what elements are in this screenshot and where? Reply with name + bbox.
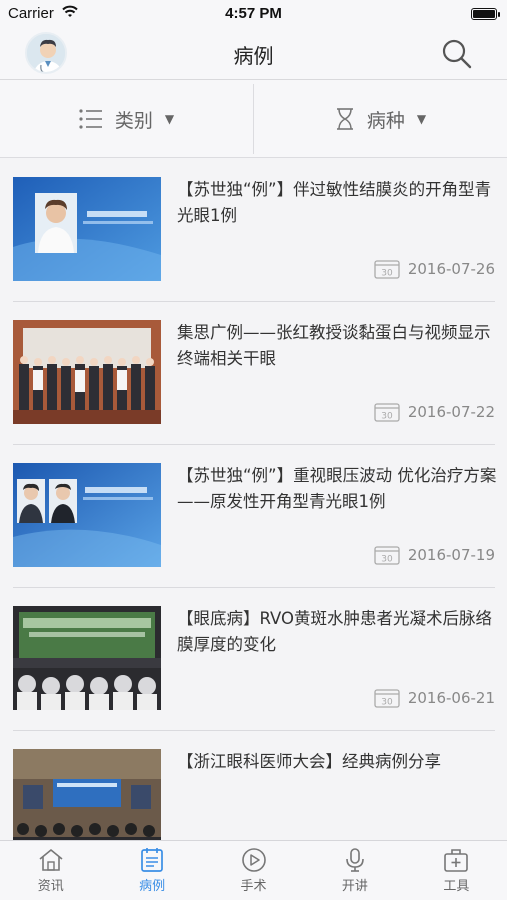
list-item[interactable]: 【苏世独“例”】重视眼压波动 优化治疗方案 ——原发性开角型青光眼1例 30 2… [13,445,496,588]
chevron-down-icon: ▼ [164,112,175,126]
svg-text:30: 30 [381,412,393,422]
nav-bar: 病例 [0,28,507,80]
case-title: 【苏世独“例”】伴过敏性结膜炎的开角型青光眼1例 [177,180,492,225]
hourglass-icon [336,108,353,130]
list-icon [79,109,102,129]
calendar-icon: 30 [374,689,400,708]
tab-news-label: 资讯 [37,879,64,894]
case-date-text: 2016-06-21 [407,689,495,707]
clock: 4:57 PM [225,5,282,22]
svg-text:30: 30 [381,698,393,708]
conference-stage-image [13,606,161,710]
list-item[interactable]: 集思广例——张红教授谈黏蛋白与视频显示终端相关干眼 30 2016-07-22 [13,302,495,445]
case-thumbnail [13,177,161,281]
svg-text:30: 30 [381,555,393,565]
tab-bar: 资讯 病例 手术 开讲 工具 [0,840,507,900]
search-button[interactable] [441,38,473,70]
home-icon [39,849,63,871]
category-filter[interactable]: 类别 ▼ [0,80,253,158]
tab-news[interactable]: 资讯 [0,841,101,900]
case-title: 【苏世独“例”】重视眼压波动 优化治疗方案 ——原发性开角型青光眼1例 [177,466,497,511]
svg-text:30: 30 [381,269,393,279]
tab-surgery-label: 手术 [240,879,267,894]
search-icon [442,39,472,69]
tab-cases[interactable]: 病例 [101,841,202,900]
disease-filter[interactable]: 病种 ▼ [254,80,507,158]
case-thumbnail [13,749,161,840]
case-list: 【苏世独“例”】伴过敏性结膜炎的开角型青光眼1例 30 2016-07-26 集… [0,159,507,840]
tab-surgery[interactable]: 手术 [203,841,304,900]
case-date-text: 2016-07-22 [407,403,495,421]
tab-tools-label: 工具 [443,879,470,894]
case-date: 30 2016-07-19 [374,545,495,565]
status-bar: Carrier 4:57 PM [0,0,507,28]
list-item[interactable]: 【眼底病】RVO黄斑水肿患者光凝术后脉络膜厚度的变化 30 2016-06-21 [13,588,495,731]
case-thumbnail [13,606,161,710]
tab-lectures-label: 开讲 [341,879,368,894]
filter-bar: 类别 ▼ 病种 ▼ [0,80,507,158]
tab-lectures[interactable]: 开讲 [304,841,405,900]
case-date: 30 2016-07-26 [374,259,495,279]
group-photo-image [13,320,161,424]
tab-cases-label: 病例 [139,879,166,894]
battery-icon [471,8,500,20]
calendar-icon: 30 [374,546,400,565]
case-date: 30 2016-06-21 [374,688,495,708]
calendar-icon: 30 [374,403,400,422]
category-filter-label: 类别 [114,109,153,132]
play-icon [241,848,266,872]
case-title: 集思广例——张红教授谈黏蛋白与视频显示终端相关干眼 [177,323,491,368]
tab-tools[interactable]: 工具 [406,841,507,900]
two-doctors-video-image [13,463,161,567]
video-screenshot-image [13,177,161,281]
case-date-text: 2016-07-26 [407,260,495,278]
chevron-down-icon: ▼ [416,112,427,126]
conference-hall-image [13,749,161,840]
case-thumbnail [13,463,161,567]
page-title: 病例 [233,44,274,68]
microphone-icon [346,848,364,872]
list-item[interactable]: 【浙江眼科医师大会】经典病例分享 [13,731,495,840]
case-date: 30 2016-07-22 [374,402,495,422]
disease-filter-label: 病种 [366,109,405,132]
list-item[interactable]: 【苏世独“例”】伴过敏性结膜炎的开角型青光眼1例 30 2016-07-26 [13,159,495,302]
calendar-icon: 30 [374,260,400,279]
notebook-icon [141,848,163,872]
toolbox-icon [444,849,469,872]
case-thumbnail [13,320,161,424]
case-title: 【眼底病】RVO黄斑水肿患者光凝术后脉络膜厚度的变化 [177,609,493,654]
case-date-text: 2016-07-19 [407,546,495,564]
case-title: 【浙江眼科医师大会】经典病例分享 [177,752,441,771]
